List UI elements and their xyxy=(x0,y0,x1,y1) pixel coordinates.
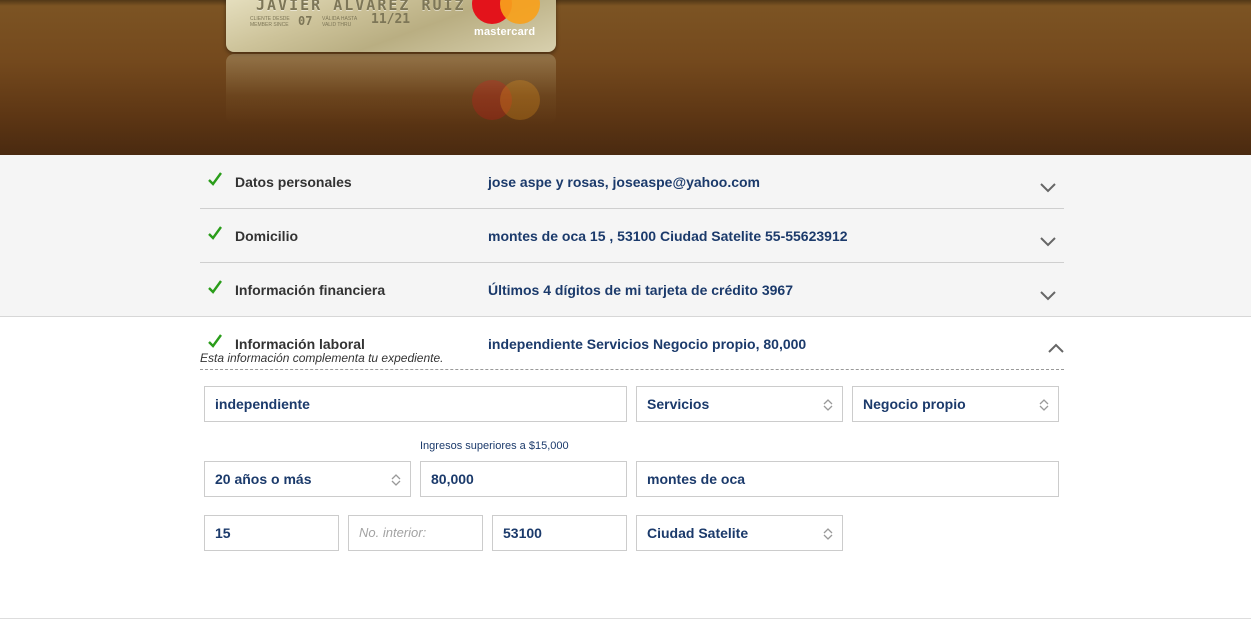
bottom-divider xyxy=(0,618,1251,619)
reflection-yellow xyxy=(500,80,540,120)
int-number-input[interactable]: No. interior: xyxy=(348,515,483,551)
section-domicilio[interactable]: Domicilio montes de oca 15 , 53100 Ciuda… xyxy=(200,209,1064,263)
select-arrows-icon xyxy=(391,474,401,486)
colony-select[interactable]: Ciudad Satelite xyxy=(636,515,843,551)
mastercard-logo-yellow xyxy=(500,0,540,24)
select-arrows-icon xyxy=(823,528,833,540)
section-subtitle: Esta información complementa tu expedien… xyxy=(200,351,444,365)
section-summary: Últimos 4 dígitos de mi tarjeta de crédi… xyxy=(488,282,793,298)
occupation-select[interactable]: Negocio propio xyxy=(852,386,1059,422)
chevron-down-icon[interactable] xyxy=(1040,237,1056,247)
section-title: Información financiera xyxy=(235,282,386,298)
card-reflection xyxy=(226,54,556,124)
hero-banner: JAVIER ALVAREZ RUIZ CLIENTE DESDE MEMBER… xyxy=(0,0,1251,155)
card-expiry: 11/21 xyxy=(371,12,411,27)
select-arrows-icon xyxy=(1039,399,1049,411)
sector-select[interactable]: Servicios xyxy=(636,386,843,422)
colony-select-value: Ciudad Satelite xyxy=(647,525,749,541)
section-title: Información laboral xyxy=(235,336,365,352)
card-since-label: CLIENTE DESDE MEMBER SINCE xyxy=(250,16,290,28)
check-icon xyxy=(208,226,222,240)
income-hint: Ingresos superiores a $15,000 xyxy=(420,440,569,452)
card-valid-label: VÁLIDA HASTA VALID THRU xyxy=(322,16,357,28)
ext-number-input[interactable]: 15 xyxy=(204,515,339,551)
check-icon xyxy=(208,334,222,348)
mastercard-label: mastercard xyxy=(474,26,536,38)
section-informacion-laboral[interactable]: Información laboral Esta información com… xyxy=(200,317,1064,370)
sector-select-value: Servicios xyxy=(647,396,710,412)
check-icon xyxy=(208,172,222,186)
section-summary: independiente Servicios Negocio propio, … xyxy=(488,336,807,352)
card-holder-name: JAVIER ALVAREZ RUIZ xyxy=(256,0,466,14)
occupation-select-value: Negocio propio xyxy=(863,396,966,412)
section-title: Datos personales xyxy=(235,174,352,190)
chevron-down-icon[interactable] xyxy=(1040,183,1056,193)
seniority-select-value: 20 años o más xyxy=(215,471,312,487)
card-since-value: 07 xyxy=(298,14,313,28)
employment-type-input[interactable]: independiente xyxy=(204,386,627,422)
select-arrows-icon xyxy=(823,399,833,411)
section-informacion-financiera[interactable]: Información financiera Últimos 4 dígitos… xyxy=(200,263,1064,317)
credit-card-image: JAVIER ALVAREZ RUIZ CLIENTE DESDE MEMBER… xyxy=(226,0,556,52)
chevron-up-icon[interactable] xyxy=(1048,343,1064,353)
check-icon xyxy=(208,280,222,294)
income-input[interactable]: 80,000 xyxy=(420,461,627,497)
street-input[interactable]: montes de oca xyxy=(636,461,1059,497)
zip-input[interactable]: 53100 xyxy=(492,515,627,551)
section-summary: jose aspe y rosas, joseaspe@yahoo.com xyxy=(488,174,760,190)
section-title: Domicilio xyxy=(235,228,299,244)
section-datos-personales[interactable]: Datos personales jose aspe y rosas, jose… xyxy=(200,155,1064,209)
chevron-down-icon[interactable] xyxy=(1040,291,1056,301)
seniority-select[interactable]: 20 años o más xyxy=(204,461,411,497)
section-summary: montes de oca 15 , 53100 Ciudad Satelite… xyxy=(488,228,848,244)
